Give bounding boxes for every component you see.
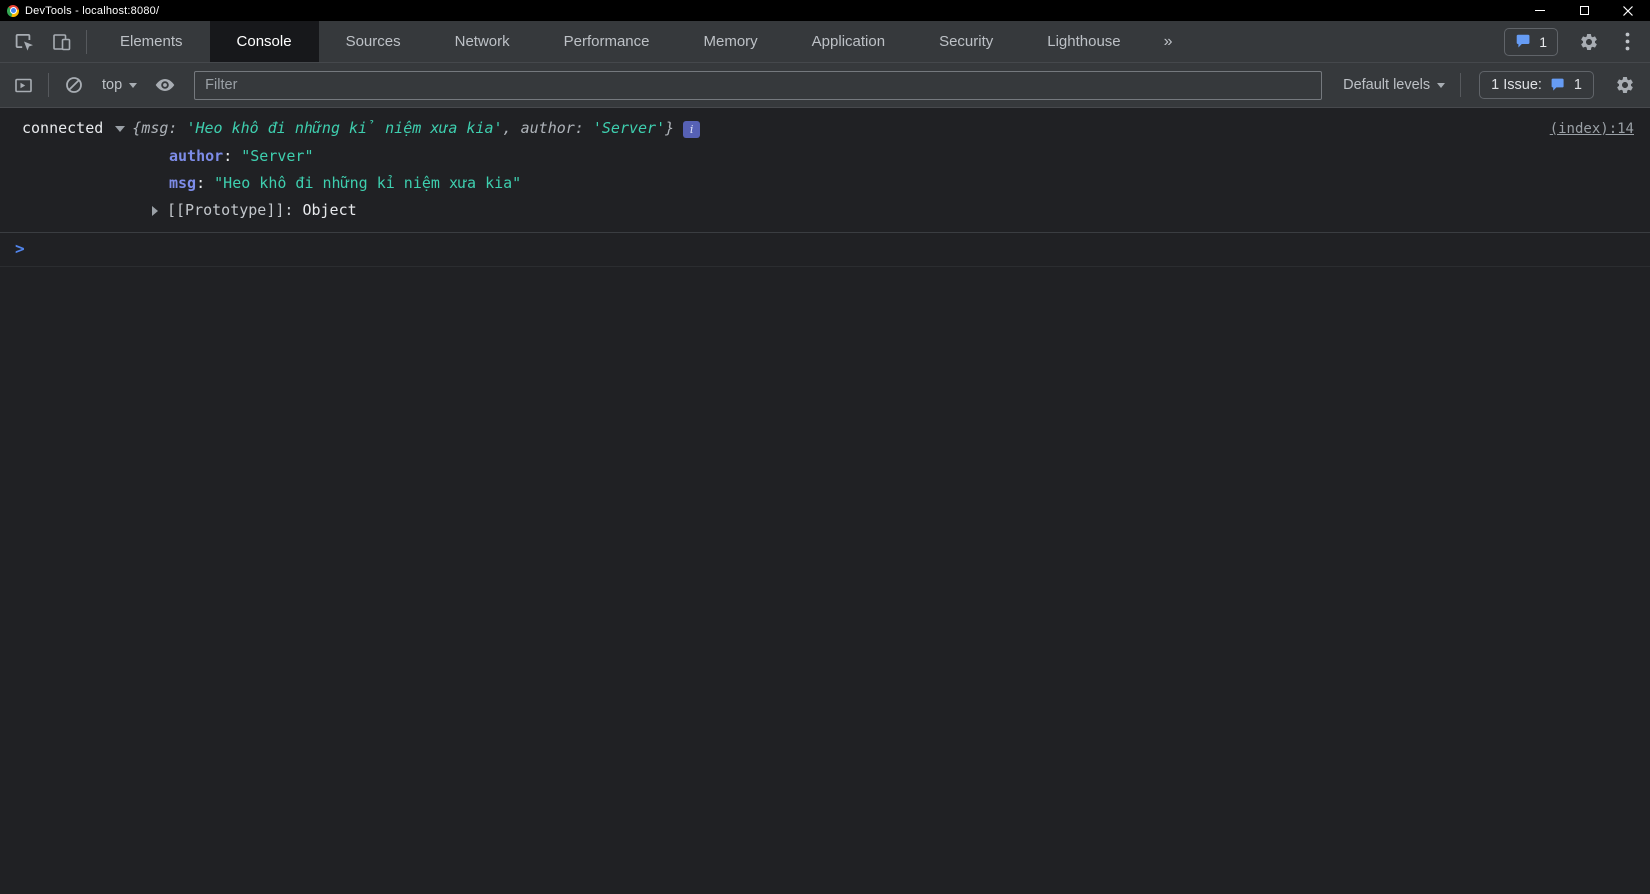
expand-triangle-icon[interactable] bbox=[115, 125, 126, 132]
tab-label: Network bbox=[454, 33, 510, 50]
preview-key: author bbox=[520, 119, 575, 137]
devtools-menu-button[interactable] bbox=[1608, 21, 1646, 62]
devtools-tabbar: Elements Console Sources Network Perform… bbox=[0, 21, 1650, 63]
close-icon bbox=[1623, 5, 1633, 16]
gear-icon bbox=[1581, 33, 1597, 50]
clear-console-button[interactable] bbox=[55, 63, 93, 107]
tab-label: Lighthouse bbox=[1047, 33, 1121, 50]
tab-lighthouse[interactable]: Lighthouse bbox=[1020, 21, 1147, 62]
context-selector-label: top bbox=[102, 77, 123, 93]
tab-memory[interactable]: Memory bbox=[677, 21, 785, 62]
toolbar-separator bbox=[48, 73, 49, 97]
log-levels-dropdown[interactable]: Default levels bbox=[1334, 77, 1454, 93]
preview-brace: { bbox=[132, 119, 142, 137]
collapse-triangle-icon bbox=[152, 205, 158, 216]
chevron-down-icon bbox=[1437, 82, 1446, 88]
property-value: "Heo khô đi những kỉ niệm xưa kia" bbox=[214, 174, 522, 192]
gear-icon bbox=[1617, 77, 1633, 93]
console-prompt[interactable]: > bbox=[0, 233, 1650, 267]
source-location-link[interactable]: (index):14 bbox=[1550, 116, 1634, 143]
prototype-separator: : bbox=[284, 201, 303, 219]
prototype-key: [[Prototype]] bbox=[167, 201, 285, 219]
chevron-down-icon bbox=[129, 82, 138, 88]
window-title: DevTools - localhost:8080/ bbox=[25, 4, 160, 17]
tab-console[interactable]: Console bbox=[209, 21, 319, 62]
tab-label: Security bbox=[939, 33, 994, 50]
device-toolbar-button[interactable] bbox=[42, 21, 80, 62]
kebab-menu-icon bbox=[1625, 32, 1629, 51]
log-text: connected bbox=[22, 119, 104, 137]
issues-count: 1 bbox=[1573, 77, 1582, 93]
tab-security[interactable]: Security bbox=[912, 21, 1020, 62]
log-levels-label: Default levels bbox=[1343, 77, 1431, 93]
console-filter-input[interactable] bbox=[194, 70, 1323, 100]
preview-separator: : bbox=[168, 119, 187, 137]
eye-icon bbox=[155, 79, 175, 91]
console-message: connected {msg: 'Heo khô đi những kỉ niệ… bbox=[0, 108, 1650, 233]
chrome-logo-icon bbox=[7, 4, 19, 17]
console-settings-button[interactable] bbox=[1606, 63, 1644, 107]
property-key: author bbox=[169, 147, 224, 165]
clear-console-icon bbox=[66, 77, 82, 93]
console-messages-badge[interactable]: 1 bbox=[1504, 27, 1558, 56]
maximize-icon bbox=[1579, 6, 1589, 15]
property-value: "Server" bbox=[241, 147, 314, 165]
preview-string-value: 'Server' bbox=[592, 119, 666, 137]
tab-label: Performance bbox=[563, 33, 650, 50]
preview-separator: : bbox=[574, 119, 593, 137]
console-toolbar: top Default levels 1 Issue: 1 bbox=[0, 63, 1650, 108]
property-key: msg bbox=[169, 174, 197, 192]
prototype-value: Object bbox=[302, 201, 357, 219]
inspect-element-button[interactable] bbox=[4, 21, 42, 62]
console-output: connected {msg: 'Heo khô đi những kỉ niệ… bbox=[0, 108, 1650, 894]
maximize-button[interactable] bbox=[1562, 0, 1606, 21]
issue-bubble-icon bbox=[1551, 78, 1564, 91]
minimize-icon bbox=[1535, 10, 1545, 11]
tabbar-separator bbox=[86, 29, 87, 54]
property-separator: : bbox=[223, 147, 242, 165]
preview-key: msg bbox=[141, 119, 169, 137]
more-tabs-chevron: » bbox=[1163, 32, 1173, 50]
tab-label: Elements bbox=[120, 33, 183, 50]
tab-sources[interactable]: Sources bbox=[319, 21, 428, 62]
preview-string-value: 'Heo khô đi những kỉ niệm xưa kia' bbox=[186, 119, 503, 137]
devtools-settings-button[interactable] bbox=[1570, 21, 1608, 62]
live-expression-button[interactable] bbox=[146, 63, 184, 107]
console-sidebar-toggle[interactable] bbox=[4, 63, 42, 107]
toolbar-separator bbox=[1460, 73, 1462, 97]
tab-label: Memory bbox=[703, 33, 758, 50]
object-preview[interactable]: {msg: 'Heo khô đi những kỉ niệm xưa kia'… bbox=[132, 115, 674, 142]
issues-label: 1 Issue: bbox=[1491, 77, 1542, 93]
log-message-row: connected {msg: 'Heo khô đi những kỉ niệ… bbox=[22, 115, 1634, 143]
tab-elements[interactable]: Elements bbox=[93, 21, 210, 62]
prompt-chevron-icon: > bbox=[15, 239, 25, 258]
context-selector-dropdown[interactable]: top bbox=[93, 77, 146, 93]
minimize-button[interactable] bbox=[1518, 0, 1562, 21]
messages-count: 1 bbox=[1539, 33, 1547, 50]
more-tabs-button[interactable]: » bbox=[1148, 21, 1189, 62]
tab-label: Application bbox=[811, 33, 886, 50]
issues-button[interactable]: 1 Issue: 1 bbox=[1479, 71, 1594, 99]
prototype-row[interactable]: [[Prototype]]: Object bbox=[22, 197, 1634, 224]
object-property-row: author: "Server" bbox=[22, 143, 1634, 170]
console-sidebar-icon bbox=[14, 78, 32, 92]
tab-application[interactable]: Application bbox=[785, 21, 912, 62]
value-info-icon[interactable]: i bbox=[683, 120, 701, 138]
inspect-cursor-icon bbox=[15, 34, 33, 51]
tab-performance[interactable]: Performance bbox=[537, 21, 677, 62]
tab-label: Sources bbox=[345, 33, 401, 50]
tabbar-spacer bbox=[1189, 21, 1505, 62]
property-separator: : bbox=[196, 174, 215, 192]
preview-separator: , bbox=[502, 119, 521, 137]
message-bubble-icon bbox=[1516, 34, 1530, 48]
preview-brace: } bbox=[665, 119, 675, 137]
tab-network[interactable]: Network bbox=[428, 21, 537, 62]
device-toolbar-icon bbox=[52, 34, 70, 51]
tab-label: Console bbox=[236, 33, 292, 50]
object-property-row: msg: "Heo khô đi những kỉ niệm xưa kia" bbox=[22, 170, 1634, 197]
close-button[interactable] bbox=[1606, 0, 1650, 21]
window-titlebar: DevTools - localhost:8080/ bbox=[0, 0, 1650, 21]
